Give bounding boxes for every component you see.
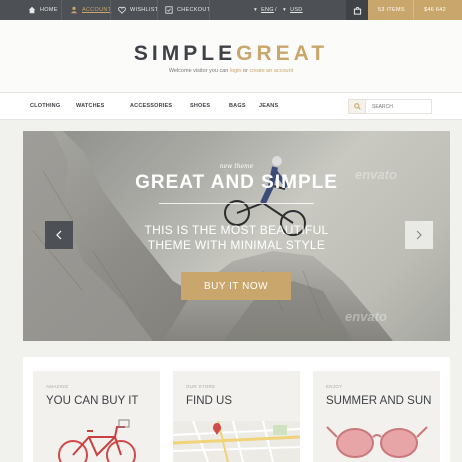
logo-part-2: GREAT [236,42,329,65]
user-icon [70,6,78,14]
chevron-left-icon [56,230,62,240]
wishlist-label: WISHLIST [130,7,159,13]
card-kicker: OUR STORE [186,384,216,389]
checkout-icon [165,6,173,14]
checkout-link[interactable]: CHECKOUT [165,0,210,20]
logo[interactable]: SIMPLEGREAT [0,42,462,66]
cart-button[interactable] [346,0,368,20]
feature-card[interactable]: AMAZING YOU CAN BUY IT [33,371,160,462]
divider [413,0,414,20]
nav-item-shoes[interactable]: SHOES [190,103,210,109]
feature-cards: AMAZING YOU CAN BUY IT OUR STORE FIND US… [23,357,450,462]
bicycle-image [58,419,136,462]
watermark: envato [345,309,387,324]
home-link[interactable]: HOME [28,0,58,20]
hero-kicker: new theme [219,163,254,170]
map-image [173,420,300,462]
chevron-down-icon: ▾ [283,7,287,13]
feature-card[interactable]: OUR STORE FIND US [173,371,300,462]
sunglasses-image [326,426,428,458]
home-label: HOME [40,7,58,13]
home-icon [28,6,36,14]
card-kicker: AMAZING [46,384,69,389]
hero-divider [159,203,314,204]
hero-title: GREAT AND SIMPLE [135,172,338,193]
slash: / [275,7,277,13]
search-icon [353,103,361,110]
nav-item-bags[interactable]: BAGS [229,103,246,109]
nav-item-accessories[interactable]: ACCESSORIES [130,103,172,109]
cart-total: $46 642 [424,7,446,13]
hero-slider: envato envato new theme GREAT AND SIMPLE… [23,131,450,341]
logo-part-1: SIMPLE [133,42,237,65]
main-nav: CLOTHING WATCHES ACCESSORIES SHOES BAGS … [0,92,462,120]
chevron-right-icon [416,230,422,240]
login-link[interactable]: login [230,68,242,74]
search-input[interactable] [366,99,432,114]
language-select[interactable]: ▾ ENG [254,0,274,20]
top-bar: HOME ACCOUNT WISHLIST CHECKOUT ▾ ENG / ▾… [0,0,462,20]
account-label: ACCOUNT [82,7,112,13]
heart-icon [118,6,126,14]
slider-next-button[interactable] [405,221,433,249]
card-title: FIND US [186,395,232,407]
nav-item-jeans[interactable]: JEANS [259,103,278,109]
nav-item-clothing[interactable]: CLOTHING [30,103,60,109]
divider [209,0,210,20]
chevron-down-icon: ▾ [254,7,258,13]
slider-prev-button[interactable] [45,221,73,249]
create-account-link[interactable]: create an account [249,68,293,74]
checkout-label: CHECKOUT [177,7,211,13]
currency-label: USD [290,7,303,13]
card-title: YOU CAN BUY IT [46,395,139,407]
wishlist-link[interactable]: WISHLIST [118,0,158,20]
hero-subtitle-line-2: THEME WITH MINIMAL STYLE [147,238,326,252]
card-kicker: ENJOY [326,384,343,389]
header: SIMPLEGREAT Welcome visitor you can logi… [0,20,462,92]
shopping-bag-icon [353,6,361,15]
card-title: SUMMER AND SUN [326,395,432,407]
cart-items-count: 53 ITEMS [378,7,405,13]
currency-select[interactable]: ▾ USD [283,0,303,20]
search-button[interactable] [348,99,366,114]
nav-item-watches[interactable]: WATCHES [76,103,105,109]
welcome-prefix: Welcome visitor you can [168,68,230,74]
divider [61,0,62,20]
welcome-text: Welcome visitor you can login or create … [0,68,462,74]
divider [157,0,158,20]
account-link[interactable]: ACCOUNT [70,0,111,20]
hero-subtitle-line-1: THIS IS THE MOST BEAUTIFUL [144,223,329,237]
language-label: ENG [261,7,274,13]
cart-summary[interactable]: 53 ITEMS $46 642 [368,0,462,20]
divider [110,0,111,20]
buy-it-now-button[interactable]: BUY IT NOW [181,272,291,300]
feature-card[interactable]: ENJOY SUMMER AND SUN [313,371,440,462]
